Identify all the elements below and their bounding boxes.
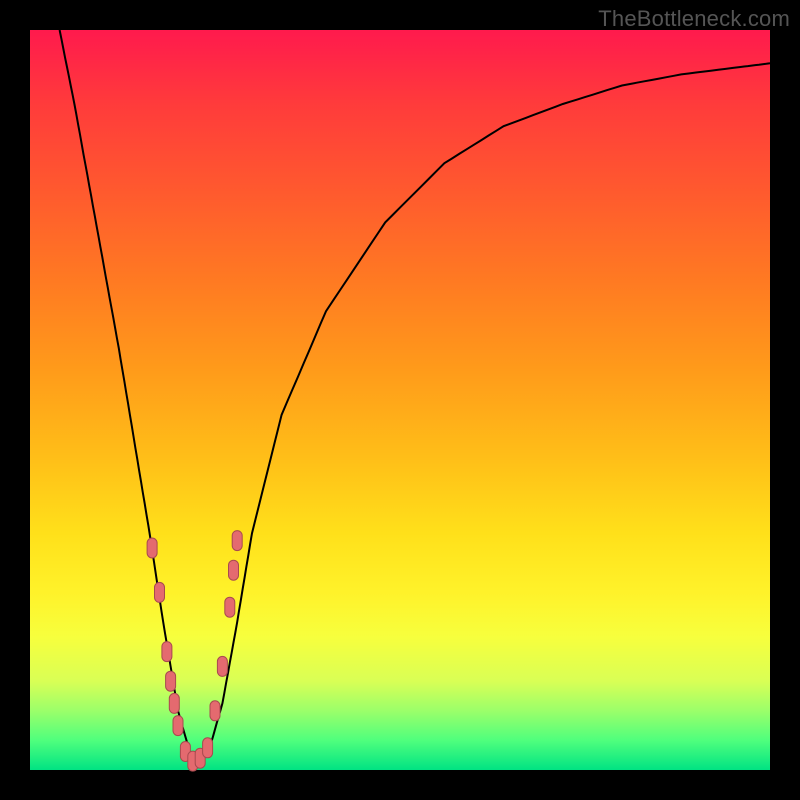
- data-marker: [147, 538, 157, 558]
- data-marker: [203, 738, 213, 758]
- data-marker: [166, 671, 176, 691]
- data-marker: [155, 582, 165, 602]
- curve-layer: [30, 30, 770, 770]
- data-marker: [229, 560, 239, 580]
- data-marker: [225, 597, 235, 617]
- chart-frame: TheBottleneck.com: [0, 0, 800, 800]
- watermark-text: TheBottleneck.com: [598, 6, 790, 32]
- marker-group: [147, 531, 242, 772]
- plot-area: [30, 30, 770, 770]
- data-marker: [217, 656, 227, 676]
- data-marker: [210, 701, 220, 721]
- data-marker: [162, 642, 172, 662]
- data-marker: [169, 693, 179, 713]
- data-marker: [232, 531, 242, 551]
- data-marker: [173, 716, 183, 736]
